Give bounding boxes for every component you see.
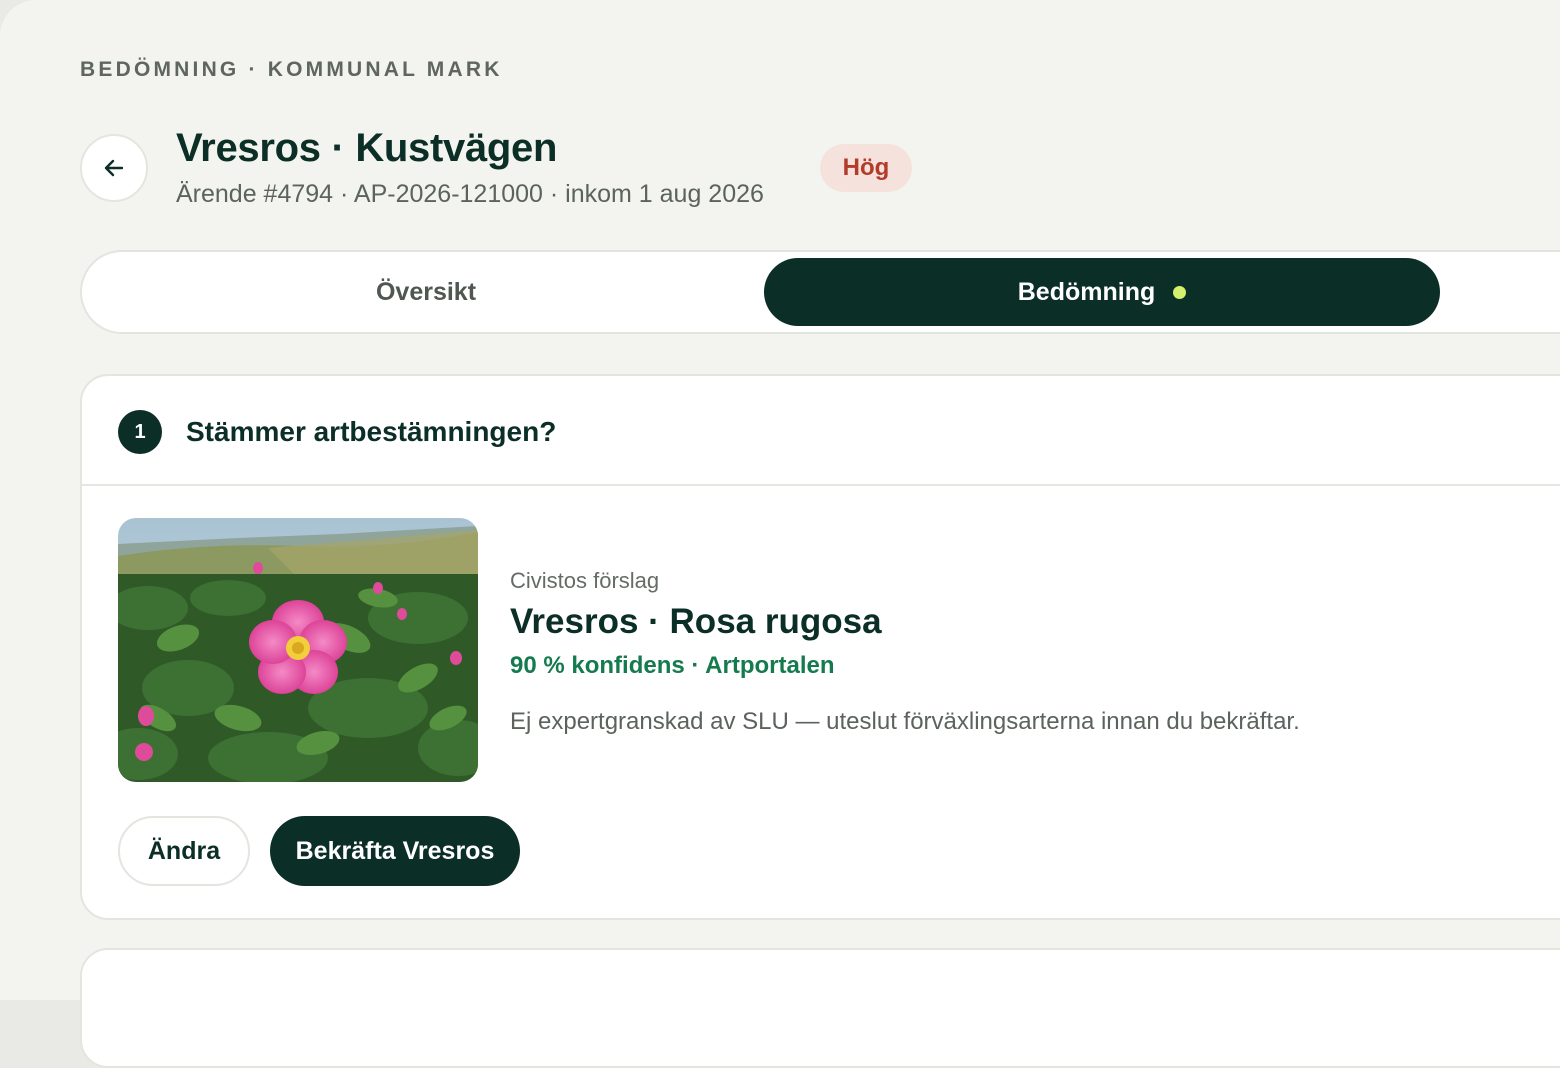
next-step-card (80, 948, 1560, 1068)
change-button[interactable]: Ändra (118, 816, 250, 886)
app-frame: BEDÖMNING · KOMMUNAL MARK Vresros · Kust… (0, 0, 1560, 1068)
tab-bedomning[interactable]: Bedömning (764, 258, 1440, 326)
review-note: Ej expertgranskad av SLU — uteslut förvä… (510, 708, 1300, 735)
breadcrumb: BEDÖMNING · KOMMUNAL MARK (80, 58, 503, 81)
tab-oversikt[interactable]: Översikt (88, 258, 764, 326)
back-button[interactable] (80, 134, 148, 202)
case-meta: Ärende #4794 · AP-2026-121000 · inkom 1 … (176, 180, 764, 208)
card-header: 1 Stämmer artbestämningen? (82, 376, 1560, 486)
suggestion-source-label: Civistos förslag (510, 568, 660, 593)
page-title: Vresros · Kustvägen (176, 126, 558, 170)
species-check-card: 1 Stämmer artbestämningen? Civistos förs… (80, 374, 1560, 920)
step-number: 1 (118, 410, 162, 454)
confirm-button[interactable]: Bekräfta Vresros (270, 816, 520, 886)
species-photo (118, 518, 478, 782)
active-dot-icon (1173, 285, 1187, 299)
arrow-left-icon (104, 159, 124, 177)
tab-bar: Översikt Bedömning (80, 250, 1560, 334)
priority-badge: Hög (820, 144, 912, 192)
tab-label: Bedömning (1017, 277, 1156, 306)
tab-label: Översikt (375, 277, 477, 306)
step-question: Stämmer artbestämningen? (186, 416, 557, 447)
species-name: Vresros · Rosa rugosa (510, 602, 882, 641)
confidence-text: 90 % konfidens · Artportalen (510, 652, 835, 679)
